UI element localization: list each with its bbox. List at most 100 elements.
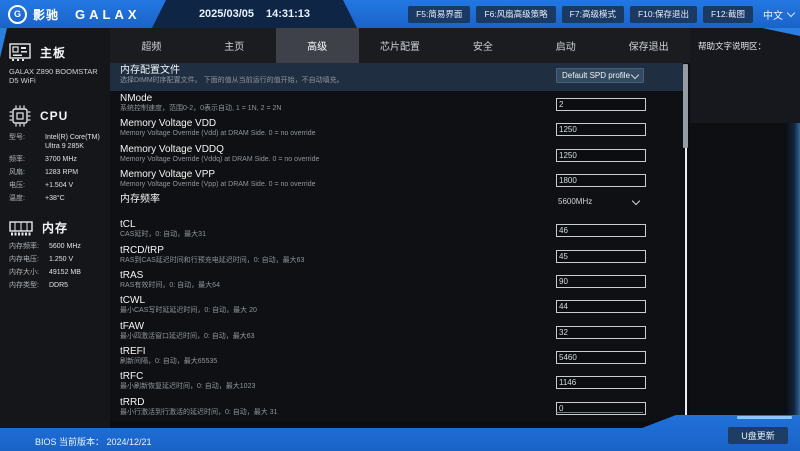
tab-主页[interactable]: 主页 [193, 28, 276, 63]
usb-update-button[interactable]: U盘更新 [728, 427, 788, 444]
setting-row[interactable]: Memory Voltage VDDQ Memory Voltage Overri… [110, 142, 683, 167]
motherboard-icon [9, 43, 31, 61]
time-text: 14:31:13 [266, 8, 311, 20]
tab-安全[interactable]: 安全 [441, 28, 524, 63]
info-label: 温度: [9, 195, 25, 202]
tab-高级[interactable]: 高级 [275, 28, 359, 63]
date-text: 2025/03/05 [198, 8, 254, 20]
function-key-buttons: F5:简易界面 F6:风扇高级策略 F7:高级模式 F10:保存退出 F12:截图 [408, 5, 753, 23]
header-actions: F5:简易界面 F6:风扇高级策略 F7:高级模式 F10:保存退出 F12:截图 中文 [408, 0, 796, 28]
footer-accent-line [737, 416, 792, 419]
setting-dropdown[interactable]: Default SPD profile [556, 68, 644, 83]
function-key-button[interactable]: F10:保存退出 [629, 5, 697, 23]
function-key-button[interactable]: F7:高级模式 [561, 5, 624, 23]
function-key-button[interactable]: F6:风扇高级策略 [476, 5, 556, 23]
brand-name-en: GALAX [75, 6, 141, 22]
chevron-down-icon [631, 196, 641, 205]
setting-dropdown[interactable]: 5600MHz [556, 195, 644, 206]
setting-row[interactable]: NMode 系统控制速度，范围0-2，0表示自动, 1 = 1N, 2 = 2N [110, 91, 683, 116]
memory-info-list: 内存频率: 5600 MHz 内存电压: 1.250 V 内存大小: 49152 MB 内存… [9, 242, 106, 290]
language-selector[interactable]: 中文 [763, 7, 796, 22]
setting-input[interactable] [556, 148, 646, 162]
setting-input[interactable] [556, 123, 646, 137]
setting-input[interactable] [556, 350, 646, 364]
info-row: 内存大小: 49152 MB [9, 268, 106, 277]
setting-input[interactable] [556, 173, 646, 187]
setting-input[interactable] [556, 249, 646, 263]
scrollbar-track [684, 148, 687, 418]
info-value: DDR5 [49, 282, 69, 289]
tab-保存退出[interactable]: 保存退出 [607, 28, 690, 63]
header-bar: G 影驰 GALAX 2025/03/05 14:31:13 F5:简易界面 F6… [0, 0, 800, 28]
tab-启动[interactable]: 启动 [524, 28, 607, 63]
info-value: 3700 MHz [45, 156, 77, 163]
info-value: 5600 MHz [49, 243, 81, 250]
setting-input[interactable] [556, 376, 646, 390]
cpu-section: CPU 型号: Intel(R) Core(TM) Ultra 9 285K 频率:… [0, 105, 110, 203]
settings-scrollbar[interactable] [683, 64, 688, 420]
setting-row[interactable]: Memory Voltage VDD Memory Voltage Overrid… [110, 116, 683, 141]
tab-芯片配置[interactable]: 芯片配置 [359, 28, 442, 63]
galax-logo-icon: G [8, 4, 27, 24]
setting-row[interactable]: Memory Voltage VPP Memory Voltage Overrid… [110, 167, 683, 192]
cpu-info-list: 型号: Intel(R) Core(TM) Ultra 9 285K 频率: 3700… [9, 133, 106, 203]
setting-row[interactable]: tRRD 最小行激活到行激活的延迟时间，0: 自动，最大 31 [110, 395, 683, 420]
function-key-button[interactable]: F12:截图 [702, 5, 753, 23]
tab-超频[interactable]: 超频 [110, 28, 193, 63]
setting-row[interactable]: 内存配置文件 选择DIMM时序配置文件。 下面的值从当前运行的值开始，不自动填充。… [110, 63, 683, 91]
setting-input[interactable] [556, 224, 646, 238]
setting-input[interactable] [556, 325, 646, 339]
chevron-down-icon [630, 70, 640, 79]
chevron-down-icon [786, 8, 796, 17]
info-row: 内存电压: 1.250 V [9, 255, 106, 264]
setting-row[interactable]: tRFC 最小刷新恢复延迟时间，0: 自动，最大1023 [110, 369, 683, 394]
setting-input[interactable] [556, 275, 646, 289]
cpu-section-title: CPU [40, 109, 69, 123]
language-label: 中文 [763, 10, 783, 22]
setting-input[interactable] [556, 98, 646, 111]
memory-section-title: 内存 [42, 221, 69, 235]
info-label: 内存类型: [9, 282, 39, 289]
info-value: +38°C [45, 195, 65, 202]
brand-name-cn: 影驰 [33, 7, 60, 22]
setting-row[interactable]: tCL CAS延时，0: 自动，最大31 [110, 217, 683, 242]
function-key-button[interactable]: F5:简易界面 [408, 5, 471, 23]
next-row-partial-divider [556, 412, 643, 413]
board-name: GALAX Z890 BOOMSTAR D5 WiFi [9, 67, 98, 85]
setting-row[interactable]: tFAW 最小四激活窗口延迟时间，0: 自动，最大63 [110, 319, 683, 344]
info-value: 1.250 V [49, 256, 74, 263]
info-row: 内存频率: 5600 MHz [9, 242, 106, 251]
right-edge-glow [786, 123, 800, 418]
info-row: 频率: 3700 MHz [9, 155, 106, 164]
setting-row[interactable]: tRAS RAS有效时间，0: 自动，最大64 [110, 268, 683, 293]
board-section-title: 主板 [40, 45, 67, 60]
dropdown-value: 5600MHz [558, 197, 593, 207]
info-row: 型号: Intel(R) Core(TM) Ultra 9 285K [9, 133, 106, 151]
hardware-sidebar: 主板 GALAX Z890 BOOMSTAR D5 WiFi CPU 型号: In… [0, 28, 110, 428]
info-value: 1283 RPM [45, 169, 79, 176]
info-label: 内存电压: [9, 256, 39, 263]
bios-menu-tabs: 超频 主页 高级 芯片配置 安全 启动 保存退出 [110, 28, 690, 63]
setting-row[interactable]: tREFI 刷新间隔，0: 自动，最大65535 [110, 344, 683, 369]
right-decorative-area [690, 123, 800, 418]
bios-version-text: BIOS 当前版本： 2024/12/21 [35, 437, 152, 447]
info-label: 风扇: [9, 169, 25, 176]
setting-input[interactable] [556, 300, 646, 314]
scrollbar-thumb[interactable] [683, 64, 688, 148]
dropdown-value: Default SPD profile [562, 71, 631, 80]
info-label: 电压: [9, 182, 25, 189]
info-row: 电压: +1.504 V [9, 181, 106, 190]
info-row: 风扇: 1283 RPM [9, 168, 106, 177]
info-value: +1.504 V [45, 182, 74, 189]
info-label: 型号: [9, 134, 25, 141]
setting-row[interactable]: tRCD/tRP RAS到CAS延迟时间和行预充电延迟时间，0: 自动，最大63 [110, 243, 683, 268]
info-value: Intel(R) Core(TM) Ultra 9 285K [45, 134, 100, 150]
settings-list: 内存配置文件 选择DIMM时序配置文件。 下面的值从当前运行的值开始，不自动填充。… [110, 63, 683, 420]
setting-row[interactable]: tCWL 最小CAS写时延延迟时间，0: 自动，最大 20 [110, 293, 683, 318]
help-panel: 帮助文字说明区： [690, 28, 800, 123]
datetime-display: 2025/03/05 14:31:13 [152, 0, 357, 28]
cpu-chip-icon [9, 105, 31, 127]
info-value: 49152 MB [49, 269, 81, 276]
info-label: 频率: [9, 156, 25, 163]
setting-row[interactable]: 内存频率 5600MHz [110, 192, 683, 217]
